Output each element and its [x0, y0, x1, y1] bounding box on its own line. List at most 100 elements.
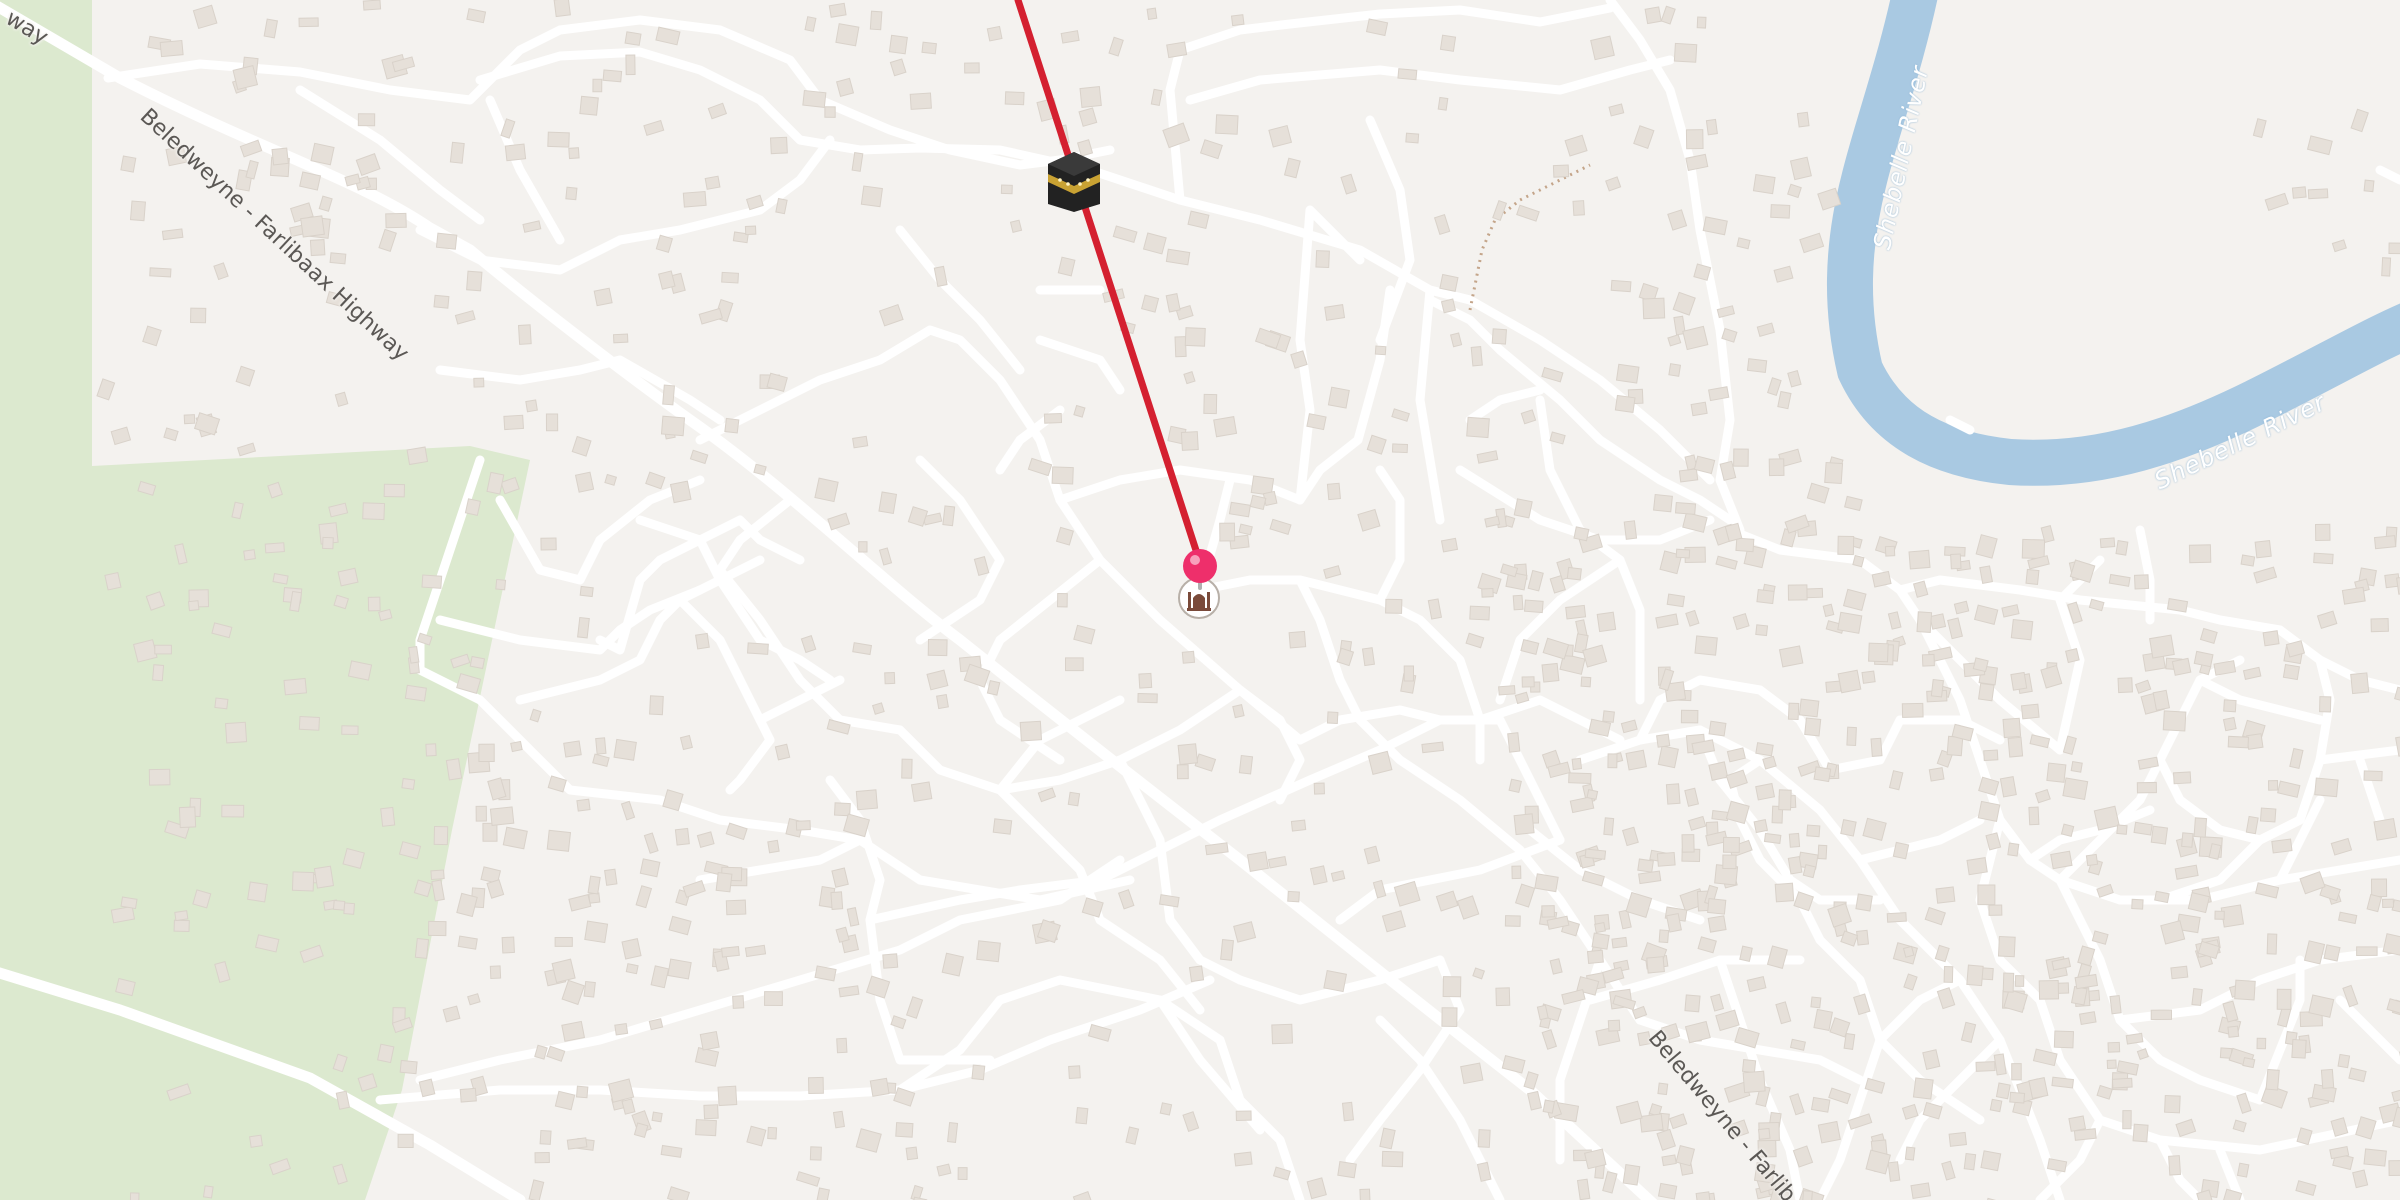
building [466, 270, 483, 292]
building [2320, 1068, 2335, 1089]
building [1798, 698, 1820, 718]
building [1552, 164, 1570, 178]
building [577, 616, 590, 639]
building [1215, 114, 1239, 135]
building [2291, 1038, 2307, 1059]
building [322, 536, 334, 550]
building [489, 965, 502, 980]
building [1067, 791, 1081, 807]
building [774, 743, 791, 761]
building [2060, 823, 2075, 837]
building [478, 743, 495, 763]
building [992, 818, 1013, 835]
building [1341, 1101, 1355, 1122]
building [884, 671, 896, 685]
building [2078, 1011, 2097, 1026]
building [1735, 537, 1755, 553]
building [1460, 1062, 1484, 1085]
building [1374, 345, 1387, 356]
building [1534, 873, 1559, 893]
building [649, 695, 664, 716]
building [1789, 156, 1812, 181]
building [1213, 416, 1238, 438]
building [1810, 996, 1822, 1009]
building [2025, 568, 2040, 585]
building [695, 1119, 717, 1137]
building [1361, 647, 1375, 667]
building [836, 1037, 848, 1054]
building [1817, 1120, 1841, 1144]
building [1586, 949, 1604, 964]
building [1611, 936, 1628, 949]
building [283, 677, 308, 696]
building [1988, 904, 2003, 916]
building [2363, 770, 2383, 782]
building [2236, 1162, 2250, 1178]
building [502, 826, 528, 850]
building [1309, 865, 1328, 886]
building [1315, 250, 1330, 269]
building [1246, 851, 1269, 872]
building [2010, 671, 2028, 691]
building [1440, 537, 1459, 553]
building [154, 644, 172, 655]
building [1367, 750, 1393, 775]
building [878, 491, 898, 515]
kaaba-icon[interactable] [1048, 152, 1100, 212]
building [1622, 1164, 1641, 1186]
building [1904, 1146, 1916, 1161]
building [986, 25, 1003, 42]
building [2064, 648, 2080, 664]
building [435, 232, 458, 250]
building [2222, 716, 2237, 732]
building [546, 829, 572, 852]
building [1590, 35, 1615, 61]
building [1778, 645, 1804, 668]
building [310, 142, 335, 166]
map-view[interactable]: way Beledweyne - Farlibaax Highway Beled… [0, 0, 2400, 1200]
building [1565, 604, 1587, 620]
map-canvas[interactable] [0, 0, 2400, 1200]
building [612, 333, 629, 344]
building [576, 798, 591, 812]
building [1929, 613, 1947, 630]
building [976, 940, 1001, 963]
building [271, 147, 289, 166]
building [625, 963, 639, 975]
building [565, 186, 578, 201]
building [2337, 1053, 2351, 1069]
building [746, 642, 769, 655]
building [579, 585, 594, 598]
building [602, 69, 623, 83]
building [2014, 975, 2025, 987]
building [1623, 520, 1638, 540]
building [1805, 587, 1824, 599]
building [2009, 1091, 2026, 1104]
building [1673, 42, 1698, 63]
building [2115, 540, 2129, 556]
building [1615, 363, 1640, 384]
building [2254, 540, 2272, 559]
building [2223, 699, 2237, 713]
building [362, 502, 386, 521]
building [2133, 574, 2150, 590]
building [357, 113, 376, 127]
building [2242, 1057, 2256, 1069]
building [1668, 363, 1682, 377]
building [1755, 624, 1769, 637]
building [187, 600, 200, 612]
building [1837, 669, 1862, 694]
building [152, 664, 165, 682]
building [1580, 676, 1592, 688]
building [1004, 91, 1025, 106]
building [1966, 857, 1988, 876]
building [1573, 526, 1590, 542]
building [1469, 605, 1491, 621]
building [489, 806, 515, 826]
building [1238, 754, 1254, 775]
building [406, 446, 429, 466]
building [1675, 548, 1691, 559]
building [1439, 273, 1459, 292]
building [1470, 345, 1483, 367]
building [1975, 1061, 1996, 1072]
